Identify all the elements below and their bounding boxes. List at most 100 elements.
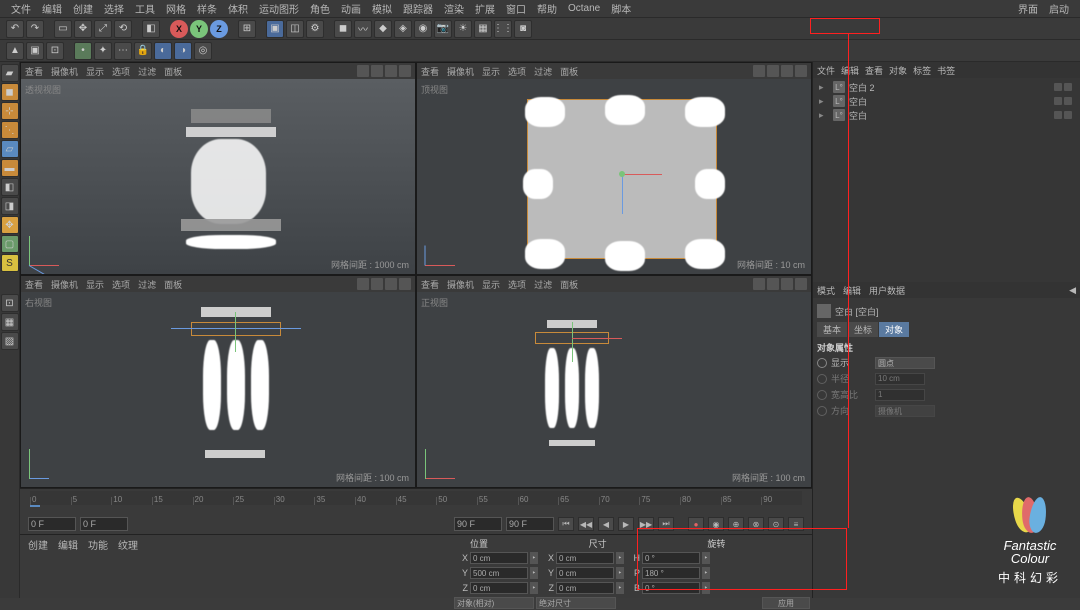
axis-y-toggle[interactable]: Y (190, 20, 208, 38)
size-mode-dropdown[interactable]: 绝对尺寸 (536, 597, 616, 609)
select-tool[interactable]: ▭ (54, 20, 72, 38)
nav-back-icon[interactable]: ◀ (1069, 285, 1076, 296)
coord-system[interactable]: ⊞ (238, 20, 256, 38)
move-tool[interactable]: ✥ (74, 20, 92, 38)
uv-point[interactable]: ◧ (1, 178, 19, 196)
workplane-btn[interactable]: ▦ (1, 313, 19, 331)
texture-mode[interactable]: ▣ (26, 42, 44, 60)
field[interactable]: ▦ (474, 20, 492, 38)
menu-layout[interactable]: 界面 (1013, 1, 1043, 16)
viewport-right[interactable]: 查看摄像机显示选项过滤面板 右视图 网格间距 : 100 cm (20, 275, 416, 488)
environment[interactable]: ◉ (414, 20, 432, 38)
redo-button[interactable]: ↷ (26, 20, 44, 38)
menu-file[interactable]: 文件 (6, 1, 36, 16)
timeline[interactable]: 051015202530354045505560657075808590 (20, 488, 812, 514)
menu-script[interactable]: 脚本 (606, 1, 636, 16)
display-dropdown[interactable]: 圆点 (875, 357, 935, 369)
play-button[interactable]: ▶ (618, 517, 634, 531)
object-row[interactable]: ▸L°空白 (815, 108, 1078, 122)
deformer[interactable]: ◈ (394, 20, 412, 38)
size-z-field[interactable]: 0 cm (556, 582, 614, 594)
snap-toggle[interactable]: ✦ (94, 42, 112, 60)
menu-tools[interactable]: 工具 (130, 1, 160, 16)
viewport-solo[interactable]: ◎ (194, 42, 212, 60)
axis-mode[interactable]: ⊹ (1, 102, 19, 120)
vp-nav-icon[interactable] (385, 65, 397, 77)
key-param[interactable]: ≡ (788, 517, 804, 531)
point-mode[interactable]: ⋱ (1, 121, 19, 139)
locked[interactable]: 🔒 (134, 42, 152, 60)
menu-octane[interactable]: Octane (563, 3, 605, 14)
range-end-field[interactable] (454, 517, 502, 531)
tab-object[interactable]: 对象 (879, 322, 909, 337)
timeline-ruler[interactable]: 051015202530354045505560657075808590 (30, 491, 802, 505)
enable-axis[interactable]: ✥ (1, 216, 19, 234)
misc-tool[interactable]: ▨ (1, 332, 19, 350)
current-frame-field[interactable] (80, 517, 128, 531)
vp-nav-icon[interactable] (399, 65, 411, 77)
pos-z-field[interactable]: 0 cm (470, 582, 528, 594)
menu-volume[interactable]: 体积 (223, 1, 253, 16)
menu-extensions[interactable]: 扩展 (470, 1, 500, 16)
rotate-tool[interactable]: ⟲ (114, 20, 132, 38)
tab-basic[interactable]: 基本 (817, 322, 847, 337)
viewport-front[interactable]: 查看摄像机显示选项过滤面板 正视图 网格间距 : 100 cm (416, 275, 812, 488)
render-region[interactable]: ◫ (286, 20, 304, 38)
tweak[interactable]: ◑ (174, 42, 192, 60)
key-pos[interactable]: ⊕ (728, 517, 744, 531)
model-mode[interactable]: ▲ (6, 42, 24, 60)
menu-render[interactable]: 渲染 (439, 1, 469, 16)
mograph-btn[interactable]: ⋮⋮ (494, 20, 512, 38)
generator[interactable]: ◆ (374, 20, 392, 38)
tab-coord[interactable]: 坐标 (848, 322, 878, 337)
object-row[interactable]: ▸L°空白 (815, 94, 1078, 108)
orient-dropdown[interactable]: 摄像机 (875, 405, 935, 417)
camera[interactable]: 📷 (434, 20, 452, 38)
menu-help[interactable]: 帮助 (532, 1, 562, 16)
primitive-spline[interactable]: 〰 (354, 20, 372, 38)
model-obj-mode[interactable]: ◼ (1, 83, 19, 101)
axis-z-toggle[interactable]: Z (210, 20, 228, 38)
play-back-button[interactable]: ◀ (598, 517, 614, 531)
object-manager[interactable]: ▸L°空白 2 ▸L°空白 ▸L°空白 (813, 78, 1080, 150)
primitive-cube[interactable]: ◼ (334, 20, 352, 38)
goto-start-button[interactable]: ⏮ (558, 517, 574, 531)
render-view[interactable]: ▣ (266, 20, 284, 38)
workplane[interactable]: ⊡ (46, 42, 64, 60)
menu-window[interactable]: 窗口 (501, 1, 531, 16)
viewport-s[interactable]: S (1, 254, 19, 272)
coord-mode-dropdown[interactable]: 对象(相对) (454, 597, 534, 609)
rot-h-field[interactable]: 0 ° (642, 552, 700, 564)
menu-spline[interactable]: 样条 (192, 1, 222, 16)
menu-tracker[interactable]: 跟踪器 (398, 1, 438, 16)
step-fwd-button[interactable]: ▶▶ (638, 517, 654, 531)
menu-create[interactable]: 创建 (68, 1, 98, 16)
key-scale[interactable]: ⊗ (748, 517, 764, 531)
scale-tool[interactable]: ⤢ (94, 20, 112, 38)
render-settings[interactable]: ⚙ (306, 20, 324, 38)
quantize[interactable]: ⋯ (114, 42, 132, 60)
recent-tool[interactable]: ◧ (142, 20, 160, 38)
step-back-button[interactable]: ◀◀ (578, 517, 594, 531)
size-y-field[interactable]: 0 cm (556, 567, 614, 579)
object-row[interactable]: ▸L°空白 2 (815, 80, 1078, 94)
vp-nav-icon[interactable] (357, 65, 369, 77)
points-mode[interactable]: • (74, 42, 92, 60)
autokey-button[interactable]: ◉ (708, 517, 724, 531)
menu-simulate[interactable]: 模拟 (367, 1, 397, 16)
edge-mode[interactable]: ▱ (1, 140, 19, 158)
project-end-field[interactable] (506, 517, 554, 531)
undo-button[interactable]: ↶ (6, 20, 24, 38)
menu-mograph[interactable]: 运动图形 (254, 1, 304, 16)
goto-end-button[interactable]: ⏭ (658, 517, 674, 531)
key-rot[interactable]: ⊙ (768, 517, 784, 531)
menu-select[interactable]: 选择 (99, 1, 129, 16)
viewport-top[interactable]: 查看摄像机显示选项过滤面板 顶视图 网格间距 : 10 cm (416, 62, 812, 275)
poly-mode[interactable]: ▬ (1, 159, 19, 177)
menu-mesh[interactable]: 网格 (161, 1, 191, 16)
rot-p-field[interactable]: 180 ° (642, 567, 700, 579)
uv-poly[interactable]: ◨ (1, 197, 19, 215)
apply-button[interactable]: 应用 (762, 597, 810, 609)
record-button[interactable]: ● (688, 517, 704, 531)
viewport-perspective[interactable]: 查看摄像机显示选项过滤面板 透视视图 网格间距 : 1000 cm (20, 62, 416, 275)
